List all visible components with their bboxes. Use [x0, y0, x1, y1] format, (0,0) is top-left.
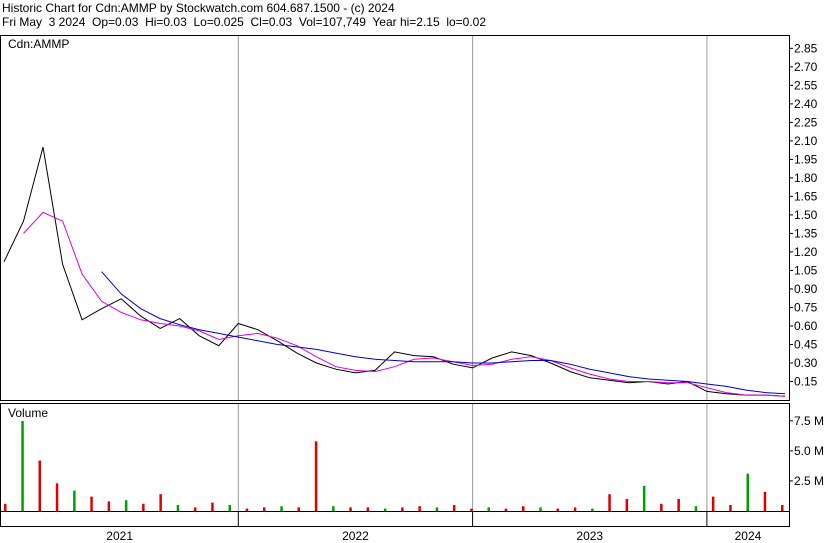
- y-tick-label: 1.35: [794, 226, 818, 240]
- volume-bar: [746, 473, 749, 511]
- volume-bar: [55, 483, 59, 511]
- volume-bar: [642, 485, 646, 511]
- volume-bar: [349, 507, 352, 511]
- volume-bar: [608, 494, 611, 511]
- volume-bar: [729, 505, 732, 511]
- volume-bar: [211, 502, 214, 511]
- volume-bar: [297, 507, 300, 511]
- volume-bar: [90, 496, 93, 511]
- volume-bar: [677, 499, 680, 511]
- short-moving-average-line: [23, 211, 786, 397]
- y-tick-label: 1.20: [794, 245, 818, 259]
- volume-bar: [522, 506, 525, 511]
- y-tick-label: 1.05: [794, 263, 818, 277]
- y-tick-label: 1.80: [794, 171, 818, 185]
- y-tick-label: 0.90: [794, 282, 818, 296]
- price-line: [3, 146, 786, 397]
- y-tick-label: 2.40: [794, 97, 818, 111]
- y-tick-label: 2.85: [794, 41, 818, 55]
- volume-bar: [591, 508, 594, 511]
- volume-bar: [176, 505, 180, 511]
- y-tick-label: 2.70: [794, 60, 818, 74]
- y-tick-label: 1.50: [794, 208, 818, 222]
- volume-bar: [245, 508, 249, 511]
- volume-bar: [452, 505, 456, 511]
- y-tick-label: 1.65: [794, 189, 818, 203]
- y-tick-label: 0.30: [794, 356, 818, 370]
- volume-tick-label: 2.5 M: [794, 474, 824, 488]
- volume-bar: [711, 496, 715, 511]
- volume-bar: [539, 507, 542, 511]
- volume-bar: [159, 494, 162, 511]
- volume-bar: [193, 507, 197, 511]
- y-tick-label: 0.45: [794, 337, 818, 351]
- volume-bar: [504, 508, 508, 511]
- volume-bar: [124, 500, 128, 511]
- volume-bar: [418, 506, 421, 511]
- y-tick-label: 2.25: [794, 115, 818, 129]
- volume-bar: [435, 507, 439, 511]
- volume-bar: [21, 407, 24, 511]
- x-axis-year-label: 2023: [576, 529, 603, 543]
- volume-label: Volume: [8, 406, 48, 420]
- volume-bar: [625, 499, 629, 511]
- y-tick-label: 2.55: [794, 78, 818, 92]
- volume-bar: [107, 501, 111, 511]
- y-tick-label: 1.95: [794, 152, 818, 166]
- volume-bar: [332, 506, 335, 511]
- stock-chart: 0.15 0.30 0.45 0.60 0.75 0.90 1.05 1.20 1.35 1.50…: [0, 35, 824, 543]
- volume-bar: [573, 507, 577, 511]
- volume-tick-label: 5.0 M: [794, 444, 824, 458]
- volume-bar: [366, 507, 370, 511]
- y-tick-label: 0.15: [794, 374, 818, 388]
- volume-bar: [487, 507, 490, 511]
- volume-bar: [383, 508, 387, 511]
- volume-panel-frame: [0, 403, 790, 512]
- x-axis-year-label: 2021: [106, 529, 133, 543]
- symbol-label: Cdn:AMMP: [8, 37, 69, 51]
- volume-bar: [38, 460, 41, 511]
- y-tick-label: 2.10: [794, 134, 818, 148]
- x-axis-band: [0, 511, 790, 527]
- volume-bar: [694, 506, 698, 511]
- volume-bar: [280, 506, 283, 511]
- volume-bar: [470, 508, 473, 511]
- x-axis-year-label: 2024: [735, 529, 762, 543]
- volume-bar: [556, 508, 559, 511]
- volume-bar: [263, 507, 266, 511]
- volume-bar: [73, 490, 76, 511]
- volume-bar: [401, 507, 404, 511]
- volume-bar: [228, 505, 231, 511]
- volume-bar: [314, 441, 318, 511]
- x-axis-year-label: 2022: [342, 529, 369, 543]
- volume-bar: [763, 491, 767, 511]
- volume-bar: [660, 503, 663, 511]
- volume-tick-label: 7.5 M: [794, 414, 824, 428]
- volume-bar: [781, 505, 784, 511]
- volume-bar: [4, 503, 7, 511]
- y-tick-label: 0.75: [794, 300, 818, 314]
- volume-bar: [142, 503, 145, 511]
- price-panel-frame: [0, 35, 790, 401]
- y-tick-label: 0.60: [794, 319, 818, 333]
